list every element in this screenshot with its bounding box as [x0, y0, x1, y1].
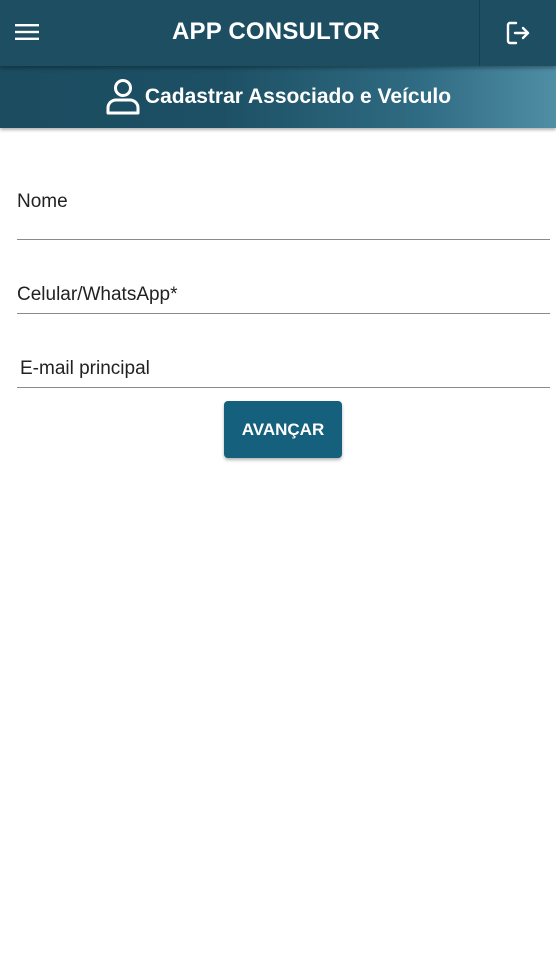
logout-button[interactable] [479, 0, 556, 66]
name-field-container [17, 127, 550, 240]
logout-icon [506, 21, 530, 45]
submit-area: AVANÇAR [0, 401, 556, 458]
hamburger-menu-icon [15, 24, 39, 40]
menu-button[interactable] [8, 13, 46, 51]
user-icon [105, 78, 141, 116]
app-title: APP CONSULTOR [172, 18, 380, 45]
name-input[interactable] [17, 127, 550, 239]
advance-button[interactable]: AVANÇAR [224, 401, 342, 458]
page-title: Cadastrar Associado e Veículo [144, 85, 452, 108]
email-field-container [17, 313, 550, 388]
phone-input[interactable] [17, 239, 550, 313]
registration-form [17, 127, 550, 388]
email-input[interactable] [17, 313, 550, 387]
page-subheader: Cadastrar Associado e Veículo [0, 66, 556, 128]
app-header: APP CONSULTOR [0, 0, 556, 66]
phone-field-container [17, 239, 550, 314]
